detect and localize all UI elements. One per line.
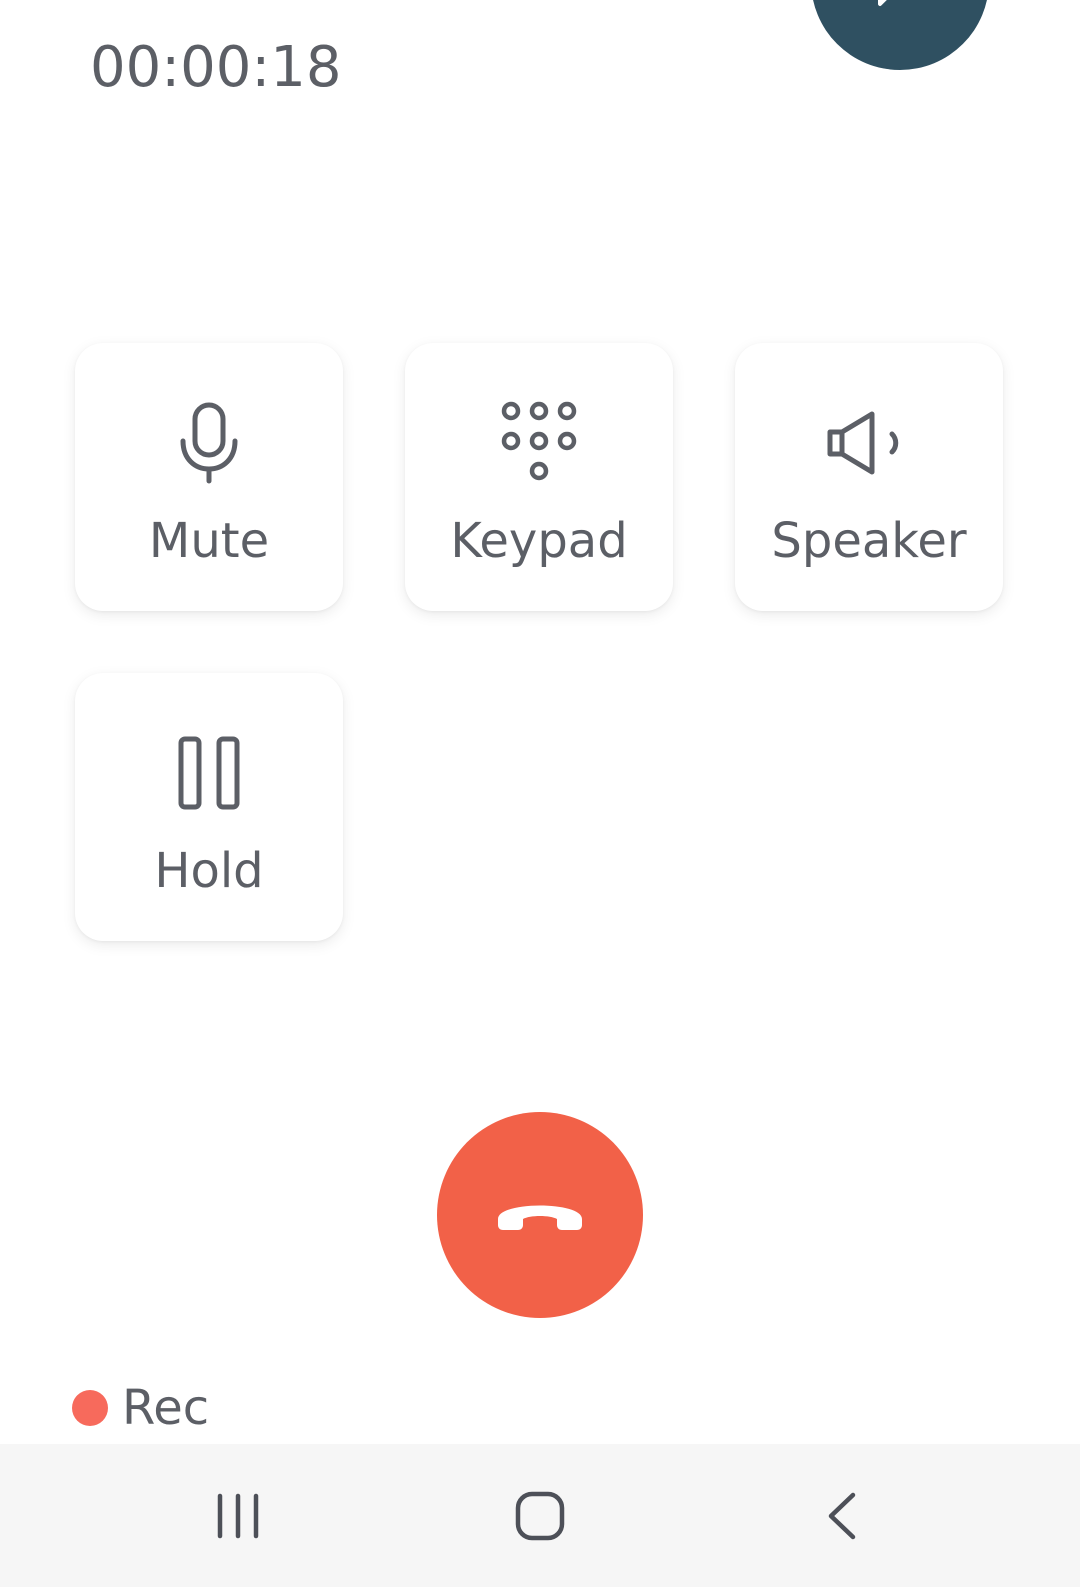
microphone-icon [180,402,238,484]
speaker-button[interactable]: Speaker [735,343,1003,611]
recording-dot-icon [72,1390,108,1426]
call-screen: 00:00:18 Mute Keypad Speaker Hold Rec [0,0,1080,1587]
mute-label: Mute [148,513,270,569]
call-timer: 00:00:18 [90,35,342,100]
mute-button[interactable]: Mute [75,343,343,611]
home-icon [515,1491,565,1540]
recording-indicator: Rec [72,1380,209,1436]
hold-button[interactable]: Hold [75,673,343,941]
pause-icon [178,736,240,810]
back-button[interactable] [762,1444,922,1587]
recents-icon [217,1493,259,1538]
keypad-label: Keypad [450,513,628,569]
home-button[interactable] [460,1444,620,1587]
recording-label: Rec [122,1380,210,1436]
chat-icon [878,0,887,6]
end-call-icon [498,1205,582,1230]
speaker-label: Speaker [771,513,967,569]
end-call-button[interactable] [437,1112,643,1318]
keypad-button[interactable]: Keypad [405,343,673,611]
chat-button[interactable] [811,0,989,70]
system-navigation-bar [0,1444,1080,1587]
speaker-icon [827,411,899,475]
back-icon [828,1492,856,1539]
hold-label: Hold [154,843,264,899]
recents-button[interactable] [158,1444,318,1587]
dialpad-icon [501,401,577,481]
